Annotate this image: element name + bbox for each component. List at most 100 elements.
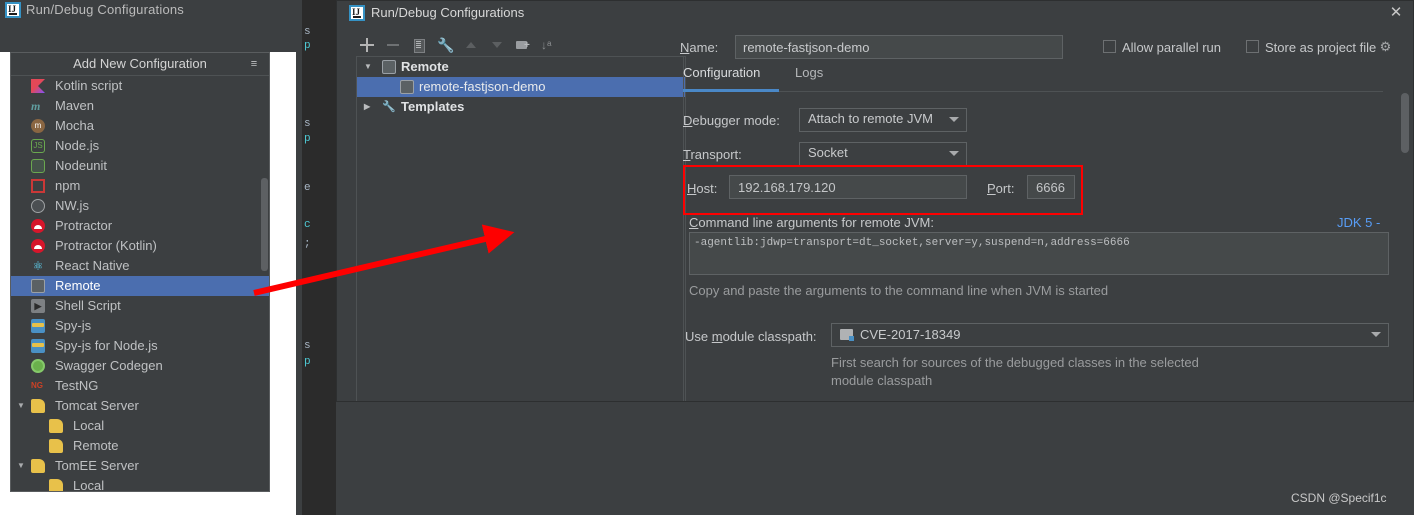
add-icon[interactable]	[359, 37, 375, 53]
popup-item-swagger-codegen[interactable]: Swagger Codegen	[11, 356, 269, 376]
popup-item-mocha[interactable]: m Mocha	[11, 116, 269, 136]
popup-item-local[interactable]: Local	[11, 416, 269, 436]
tree-divider	[683, 56, 684, 401]
popup-item-protractor[interactable]: Protractor	[11, 216, 269, 236]
command-line-arguments-label: Command line arguments for remote JVM:	[689, 215, 934, 230]
code-editor-strip: s p s p e c; s p	[302, 0, 336, 515]
pin-icon[interactable]: ≡	[247, 57, 261, 71]
popup-item-shell-script[interactable]: ▶ Shell Script	[11, 296, 269, 316]
editor-code-fragment: s	[304, 26, 311, 38]
maven-icon: m	[31, 99, 41, 113]
sort-icon[interactable]: ↓ᵃ	[541, 37, 557, 53]
collapse-twisty-icon[interactable]: ▼	[364, 57, 372, 77]
popup-item-remote[interactable]: Remote	[11, 276, 269, 296]
nodeunit-icon	[31, 159, 45, 173]
store-as-project-file-checkbox[interactable]	[1246, 40, 1259, 53]
remove-icon[interactable]	[385, 37, 401, 53]
popup-item-node-js[interactable]: JS Node.js	[11, 136, 269, 156]
allow-parallel-run-label: Allow parallel run	[1122, 40, 1221, 55]
transport-label: Transport:	[683, 147, 742, 162]
allow-parallel-run-checkbox[interactable]	[1103, 40, 1116, 53]
configuration-tree[interactable]: ▼ Remote remote-fastjson-demo ▶ 🔧 Templates	[356, 56, 686, 401]
popup-item-label: Swagger Codegen	[55, 358, 163, 373]
popup-header: Add New Configuration ≡	[11, 53, 269, 76]
popup-item-remote[interactable]: Remote	[11, 436, 269, 456]
port-label: Port:	[987, 181, 1015, 196]
popup-item-label: npm	[55, 178, 81, 193]
popup-item-label: Remote	[55, 278, 101, 293]
tab-configuration[interactable]: Configuration	[683, 65, 760, 86]
popup-item-kotlin-script[interactable]: Kotlin script	[11, 76, 269, 96]
popup-item-react-native[interactable]: ⚛ React Native	[11, 256, 269, 276]
add-new-configuration-popup[interactable]: Add New Configuration ≡ Kotlin script m Ma…	[10, 52, 270, 492]
expand-twisty-icon[interactable]: ▼	[17, 456, 25, 476]
nwjs-icon	[31, 199, 45, 213]
popup-item-protractor-kotlin[interactable]: Protractor (Kotlin)	[11, 236, 269, 256]
transport-value: Socket	[808, 145, 848, 160]
popup-item-maven[interactable]: m Maven	[11, 96, 269, 116]
move-down-icon[interactable]	[489, 37, 505, 53]
tomcat-icon	[31, 399, 45, 413]
tab-logs[interactable]: Logs	[795, 65, 823, 86]
intellij-logo-icon: IJ	[5, 2, 21, 18]
expand-twisty-icon[interactable]: ▶	[364, 97, 370, 117]
spyjs-icon	[31, 319, 45, 333]
popup-item-label: Remote	[73, 438, 119, 453]
popup-item-testng[interactable]: NG TestNG	[11, 376, 269, 396]
popup-scrollbar[interactable]	[261, 178, 268, 271]
tree-row[interactable]: ▶ 🔧 Templates	[357, 97, 685, 117]
move-up-icon[interactable]	[463, 37, 479, 53]
editor-code-fragment: s	[304, 118, 311, 130]
debugger-mode-value: Attach to remote JVM	[808, 111, 933, 126]
popup-item-label: Tomcat Server	[55, 398, 139, 413]
module-classpath-value: CVE-2017-18349	[860, 327, 961, 342]
background-toolbar: 🔧 ↓ᵃ	[0, 22, 296, 68]
debugger-mode-select[interactable]: Attach to remote JVM	[799, 108, 967, 132]
expand-twisty-icon[interactable]: ▼	[17, 396, 25, 416]
kotlin-icon	[31, 79, 45, 93]
editor-code-fragment: c	[304, 219, 311, 231]
popup-item-label: Protractor (Kotlin)	[55, 238, 157, 253]
react-icon: ⚛	[32, 259, 44, 273]
command-line-arguments-box[interactable]: -agentlib:jdwp=transport=dt_socket,serve…	[689, 232, 1389, 275]
dialog-scrollbar[interactable]	[1401, 93, 1409, 153]
popup-item-nw-js[interactable]: NW.js	[11, 196, 269, 216]
host-input[interactable]	[729, 175, 967, 199]
port-input[interactable]	[1027, 175, 1075, 199]
mocha-icon: m	[31, 119, 45, 133]
tree-row-label: Remote	[401, 59, 449, 74]
popup-item-label: Local	[73, 478, 105, 492]
gear-icon[interactable]: ⚙	[1378, 39, 1393, 54]
command-line-arguments-hint: Copy and paste the arguments to the comm…	[689, 283, 1109, 298]
name-input[interactable]	[735, 35, 1063, 59]
module-classpath-hint-line2: module classpath	[831, 373, 933, 388]
close-icon[interactable]: ✕	[1387, 4, 1405, 22]
popup-item-nodeunit[interactable]: Nodeunit	[11, 156, 269, 176]
wrench-icon[interactable]: 🔧	[437, 37, 454, 53]
new-folder-icon[interactable]	[515, 37, 531, 53]
copy-icon[interactable]	[411, 37, 427, 53]
tree-row[interactable]: remote-fastjson-demo	[357, 77, 685, 97]
swagger-icon	[31, 359, 45, 373]
popup-item-local[interactable]: Local	[11, 476, 269, 492]
popup-item-label: Local	[73, 418, 105, 433]
tree-row-label: remote-fastjson-demo	[419, 79, 546, 94]
popup-title: Add New Configuration	[73, 56, 207, 71]
run-debug-configurations-dialog[interactable]: IJ Run/Debug Configurations ✕ 🔧 ↓ᵃ ▼ Remo…	[336, 0, 1414, 402]
popup-item-spy-js-for-node-js[interactable]: Spy-js for Node.js	[11, 336, 269, 356]
popup-item-tomcat-server[interactable]: ▼ Tomcat Server	[11, 396, 269, 416]
popup-item-label: Spy-js for Node.js	[55, 338, 158, 353]
dialog-titlebar: IJ Run/Debug Configurations ✕	[337, 1, 1413, 25]
watermark: CSDN @Specif1c	[1291, 491, 1387, 505]
debugger-mode-label: Debugger mode:	[683, 113, 780, 128]
configuration-type-list[interactable]: Kotlin script m Maven m Mocha JS Node.js Nodeun…	[11, 76, 269, 492]
npm-icon	[31, 179, 45, 193]
module-classpath-select[interactable]: CVE-2017-18349	[831, 323, 1389, 347]
popup-item-npm[interactable]: npm	[11, 176, 269, 196]
popup-item-spy-js[interactable]: Spy-js	[11, 316, 269, 336]
tree-row[interactable]: ▼ Remote	[357, 57, 685, 77]
transport-select[interactable]: Socket	[799, 142, 967, 166]
popup-item-tomee-server[interactable]: ▼ TomEE Server	[11, 456, 269, 476]
remote-icon	[382, 60, 396, 74]
protractor-icon	[31, 219, 45, 233]
